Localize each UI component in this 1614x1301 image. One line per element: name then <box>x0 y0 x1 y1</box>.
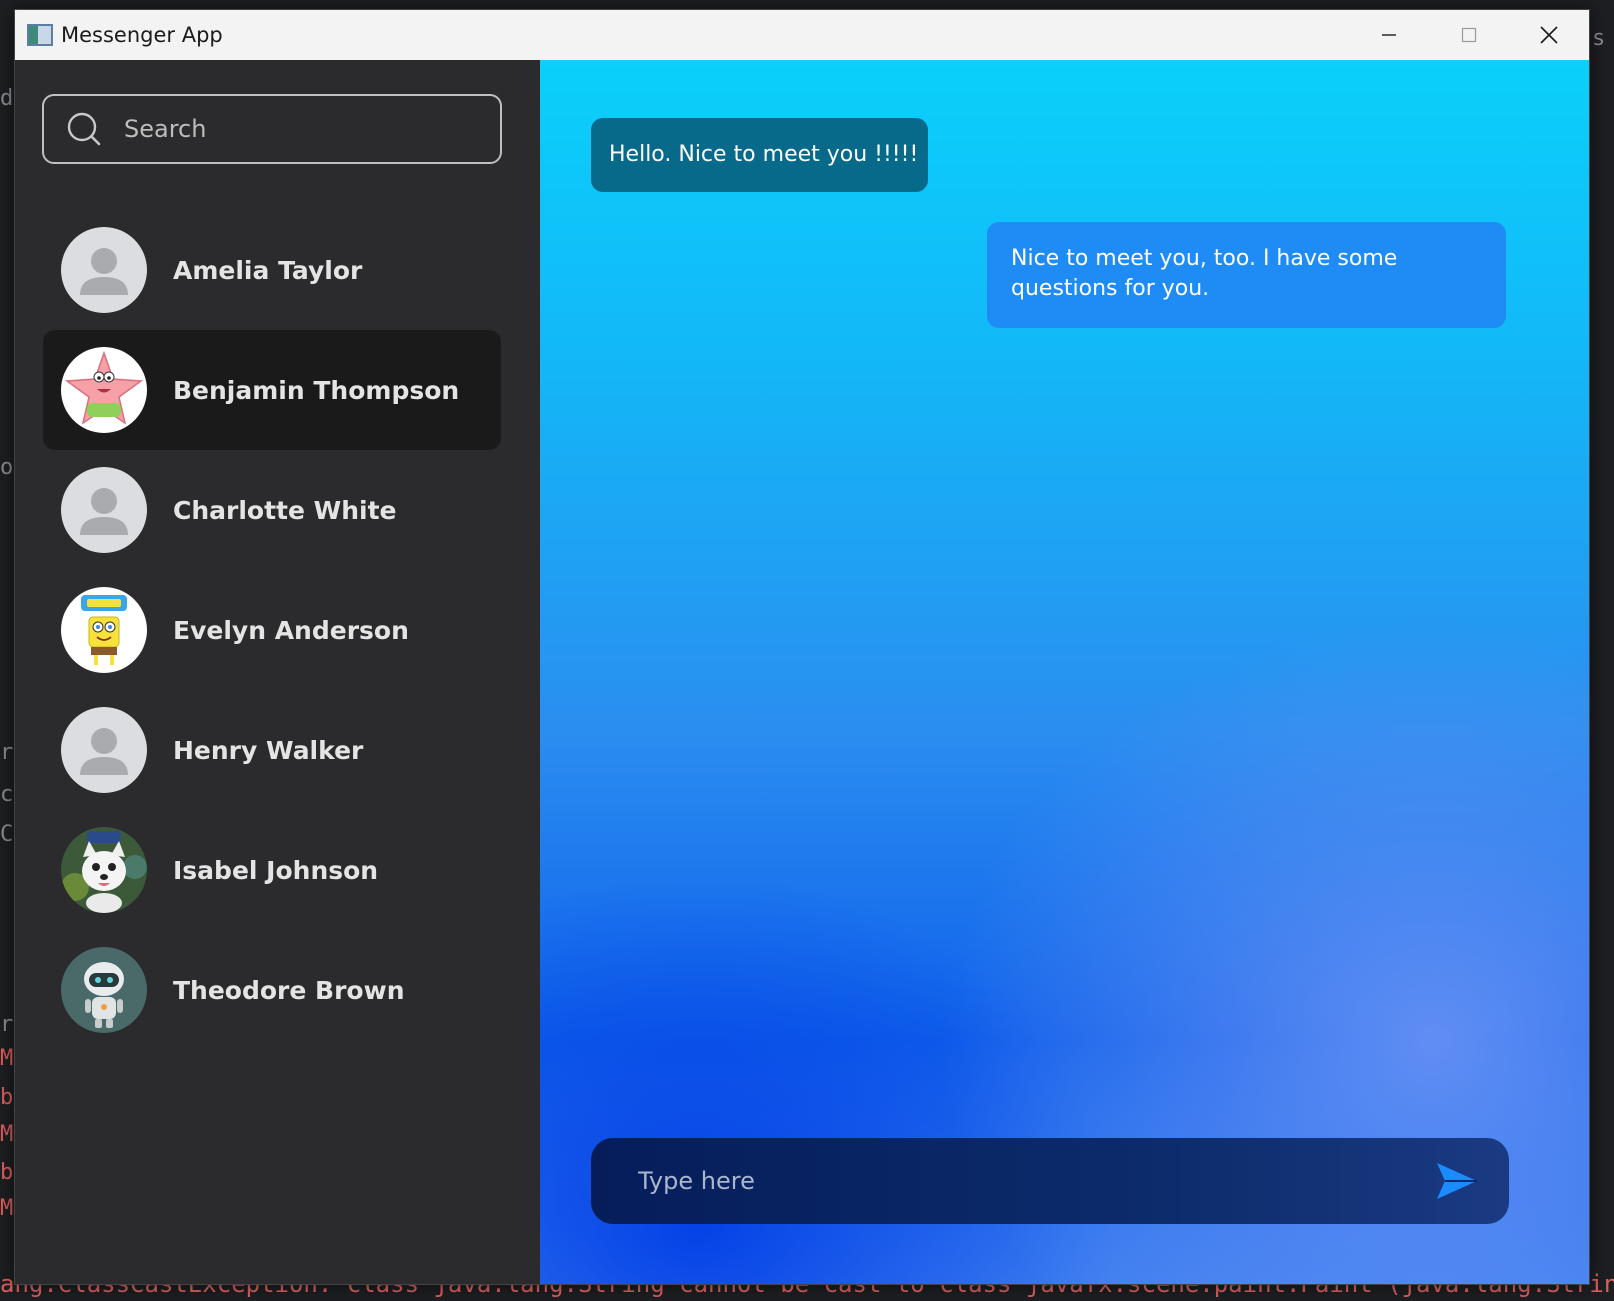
contact-name: Theodore Brown <box>173 975 405 1005</box>
contact-name: Isabel Johnson <box>173 855 379 885</box>
background-text-fragment: M <box>0 1196 14 1221</box>
contact-name: Henry Walker <box>173 735 364 765</box>
send-button[interactable] <box>1435 1161 1479 1201</box>
incoming-message-bubble: Hello. Nice to meet you !!!!! <box>591 118 928 192</box>
minimize-icon <box>1382 34 1396 36</box>
contact-item[interactable]: Amelia Taylor <box>43 210 501 330</box>
send-icon <box>1437 1163 1477 1199</box>
contact-name: Amelia Taylor <box>173 255 363 285</box>
default-avatar-icon <box>61 467 147 553</box>
app-icon <box>27 24 53 46</box>
contact-item[interactable]: Charlotte White <box>43 450 501 570</box>
contact-name: Benjamin Thompson <box>173 375 460 405</box>
maximize-button[interactable] <box>1429 10 1509 60</box>
contact-name: Evelyn Anderson <box>173 615 409 645</box>
background-text-fragment: M <box>0 1122 14 1147</box>
contact-item[interactable]: Theodore Brown <box>43 930 501 1050</box>
search-icon <box>66 111 102 147</box>
contact-name: Charlotte White <box>173 495 397 525</box>
default-avatar-icon <box>61 227 147 313</box>
messenger-window: Messenger App Ame <box>14 9 1590 1285</box>
background-text-fragment: s <box>1592 26 1606 51</box>
contact-item[interactable]: Isabel Johnson <box>43 810 501 930</box>
chat-panel: Hello. Nice to meet you !!!!! Nice to me… <box>540 60 1589 1284</box>
window-controls <box>1349 10 1589 60</box>
robot-avatar-icon <box>61 947 147 1033</box>
maximize-icon <box>1461 27 1477 43</box>
outgoing-message-bubble: Nice to meet you, too. I have some quest… <box>987 222 1506 328</box>
close-icon <box>1540 26 1558 44</box>
contacts-sidebar: Amelia Taylor Benjamin Thompson Charlott… <box>15 60 540 1284</box>
title-bar: Messenger App <box>15 10 1589 60</box>
search-box[interactable] <box>42 94 502 164</box>
background-text-fragment: c <box>0 782 14 807</box>
background-text-fragment: C <box>0 822 14 847</box>
contact-list: Amelia Taylor Benjamin Thompson Charlott… <box>43 210 501 1050</box>
message-input[interactable] <box>638 1167 1398 1195</box>
default-avatar-icon <box>61 707 147 793</box>
contact-item[interactable]: Henry Walker <box>43 690 501 810</box>
contact-item[interactable]: Evelyn Anderson <box>43 570 501 690</box>
background-text-fragment: o <box>0 455 14 480</box>
white-dog-avatar-icon <box>61 827 147 913</box>
contact-item-active[interactable]: Benjamin Thompson <box>43 330 501 450</box>
patrick-star-avatar-icon <box>61 347 147 433</box>
window-title: Messenger App <box>61 23 223 47</box>
minimize-button[interactable] <box>1349 10 1429 60</box>
close-button[interactable] <box>1509 10 1589 60</box>
background-text-fragment: M <box>0 1046 14 1071</box>
search-input[interactable] <box>124 115 484 143</box>
message-composer <box>591 1138 1509 1224</box>
spongebob-avatar-icon <box>61 587 147 673</box>
